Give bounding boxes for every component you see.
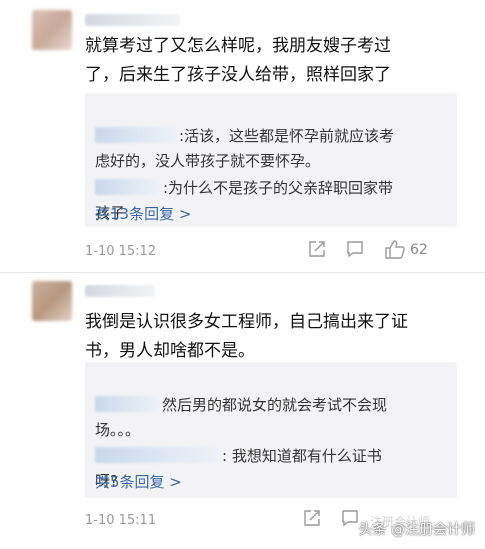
- like-count: 62: [410, 242, 428, 258]
- reply-author-name[interactable]: [95, 447, 220, 463]
- comment-icon[interactable]: [341, 509, 359, 527]
- watermark: 头条 @注册会计师: [358, 522, 475, 538]
- avatar[interactable]: [32, 10, 72, 50]
- comment-time: 1-10 15:11: [85, 513, 157, 528]
- comment-text: 就算考过了又怎么样呢，我朋友嫂子考过 了，后来生了孩子没人给带，照样回家了: [85, 36, 391, 85]
- reply-author-name[interactable]: [95, 396, 160, 412]
- more-replies-link[interactable]: 共13条回复 >: [95, 203, 191, 224]
- username[interactable]: [85, 285, 155, 297]
- comment-icon[interactable]: [346, 240, 364, 258]
- comment-time: 1-10 15:12: [85, 244, 157, 259]
- reply-author-name[interactable]: [95, 179, 161, 195]
- avatar[interactable]: [32, 281, 72, 321]
- reply-author-name[interactable]: [95, 127, 177, 143]
- comment-1: 就算考过了又怎么样呢，我朋友嫂子考过 了，后来生了孩子没人给带，照样回家了 :活…: [0, 0, 485, 272]
- share-icon[interactable]: [303, 509, 321, 527]
- username[interactable]: [85, 14, 180, 26]
- comment-2: 我倒是认识很多女工程师，自己搞出来了证 书，男人却啥都不是。 然后男的都说女的就…: [0, 273, 485, 549]
- share-icon[interactable]: [308, 240, 326, 258]
- comment-text: 我倒是认识很多女工程师，自己搞出来了证 书，男人却啥都不是。: [85, 312, 408, 361]
- like-icon[interactable]: [384, 238, 406, 260]
- more-replies-link[interactable]: 共5条回复 >: [95, 471, 182, 492]
